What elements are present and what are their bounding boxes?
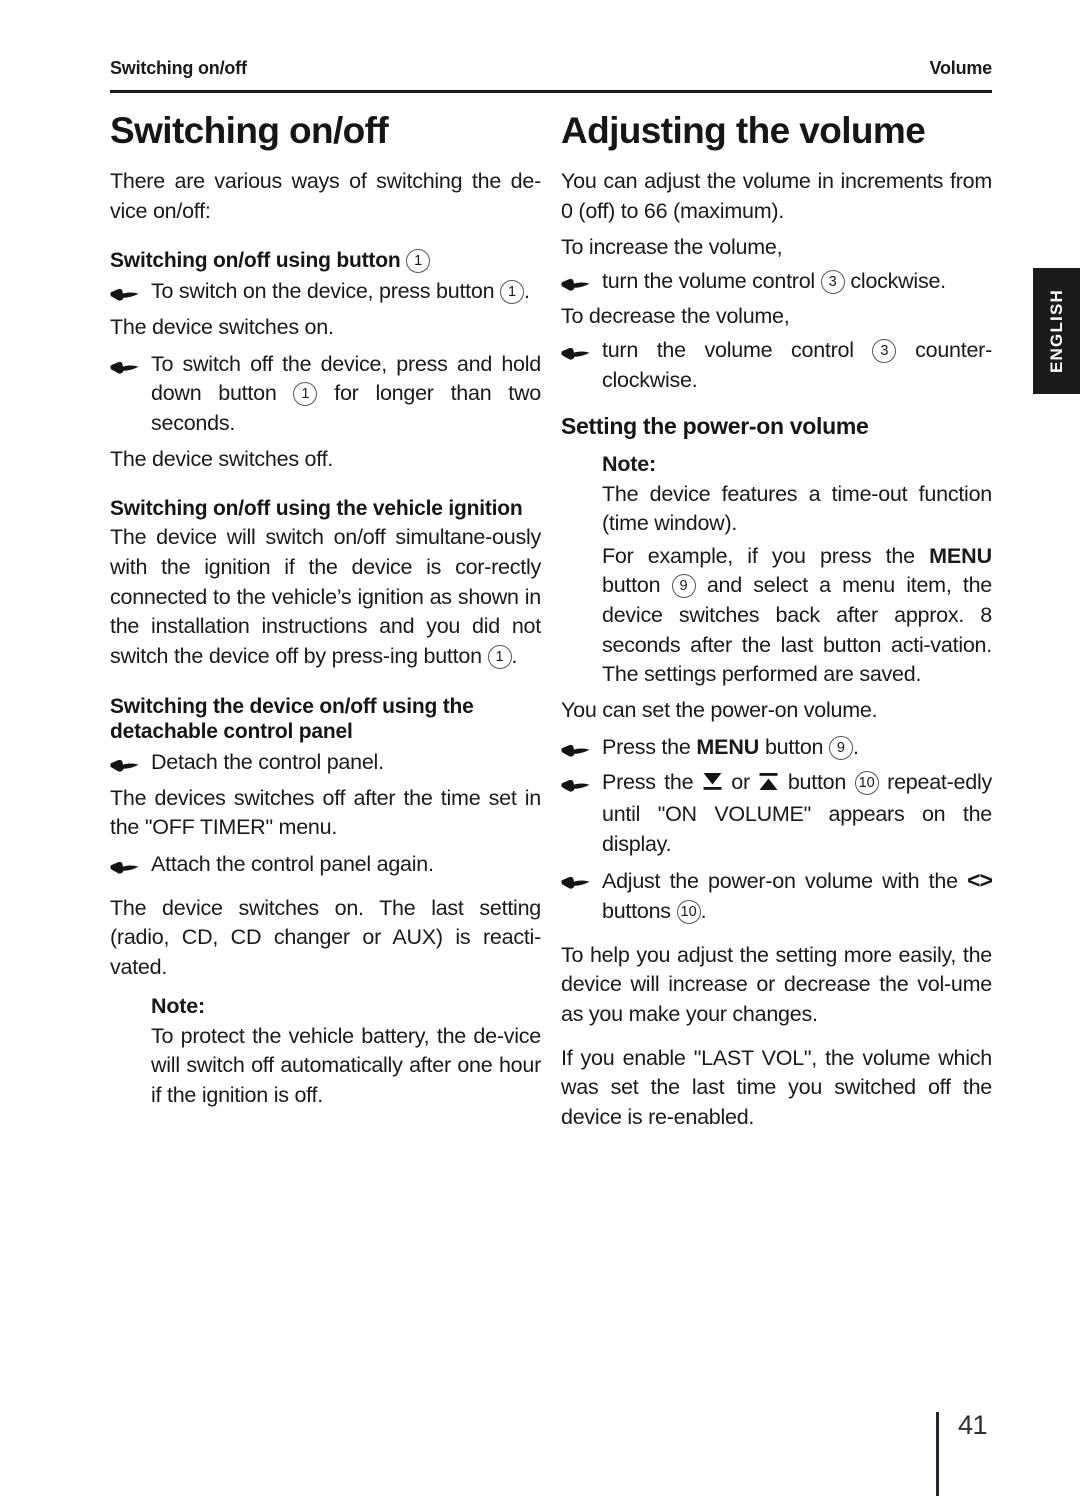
list-item-text: Adjust the power-on volume with the: [602, 869, 958, 894]
ignition-paragraph: The device will switch on/off simultane-…: [110, 523, 541, 671]
section-title-volume: Adjusting the volume: [561, 110, 926, 151]
keyword-menu: MENU: [696, 734, 760, 759]
heading-detachable-control-panel: Switching the device on/off using the de…: [110, 694, 474, 743]
list-item: To switch on the device, press button 1.: [110, 277, 541, 307]
page-number: 41: [958, 1410, 988, 1440]
list-item-text-end: .: [852, 734, 859, 759]
increase-lead-text: To increase the volume,: [561, 235, 783, 260]
reference-badge-10: 10: [676, 900, 701, 925]
list-item: Adjust the power-on volume with the <> b…: [561, 865, 993, 926]
list-item-text-mid: button: [764, 734, 824, 759]
list-item: Press the MENU button 9.: [561, 733, 992, 763]
reference-badge-1: 1: [500, 280, 525, 305]
ignition-text-end: .: [511, 644, 518, 669]
note-label: Note:: [151, 993, 205, 1018]
list-item-text-end: clockwise.: [850, 268, 946, 293]
down-arrow-button-icon: [702, 770, 723, 800]
reference-badge-3: 3: [820, 269, 845, 294]
volume-intro-paragraph: You can adjust the volume in increments …: [561, 168, 992, 223]
ignition-text: The device will switch on/off simultane-…: [110, 525, 541, 669]
list-item-text-end: .: [524, 279, 530, 304]
last-vol-paragraph: If you enable "LAST VOL", the volume whi…: [561, 1045, 992, 1130]
reference-badge-9: 9: [671, 574, 696, 599]
heading-text: Switching on/off using button: [110, 249, 401, 273]
list-item: To switch off the device, press and hold…: [110, 350, 541, 439]
keyword-menu: MENU: [929, 543, 992, 568]
footer-divider: [936, 1412, 939, 1496]
list-item: Press the or button 10 repeat-edly until…: [561, 768, 992, 859]
reference-badge-9: 9: [828, 735, 853, 760]
result-device-off: The device switches off.: [110, 446, 334, 471]
pointing-hand-icon: [561, 866, 591, 890]
note-block: Note: To protect the vehicle battery, th…: [110, 993, 541, 1111]
note-text-timeout: The device features a time-out function …: [602, 481, 992, 536]
reference-badge-1: 1: [406, 249, 431, 274]
list-item: Attach the control panel again.: [110, 850, 541, 880]
note-example-mid: button: [602, 573, 661, 598]
heading-vehicle-ignition: Switching on/off using the vehicle ignit…: [110, 497, 523, 521]
note-label: Note:: [602, 451, 656, 476]
language-side-tab: ENGLISH: [1033, 268, 1080, 394]
decrease-lead-text: To decrease the volume,: [561, 304, 790, 329]
can-set-power-on-text: You can set the power-on volume.: [561, 698, 878, 723]
off-timer-paragraph: The devices switches off after the time …: [110, 785, 541, 840]
note-block: Note: The device features a time-out fun…: [561, 451, 992, 691]
list-item-text: To switch on the device, press button: [151, 279, 495, 304]
up-arrow-button-icon: [758, 770, 779, 800]
pointing-hand-icon: [110, 749, 140, 772]
left-right-arrows-icon: <>: [967, 867, 993, 894]
language-side-tab-label: ENGLISH: [1046, 289, 1066, 373]
right-column: Adjusting the volume You can adjust the …: [561, 110, 993, 1140]
pointing-hand-icon: [561, 337, 591, 360]
list-item-text: Press the: [602, 770, 694, 795]
pointing-hand-icon: [110, 278, 140, 301]
pointing-hand-icon: [561, 769, 591, 793]
list-item-text: turn the volume control: [602, 338, 854, 363]
heading-switching-using-button: Switching on/off using button 1: [110, 248, 541, 274]
header-divider: [110, 90, 992, 93]
list-item-text-mid: button: [787, 770, 847, 795]
list-item: turn the volume control 3 counter-clockw…: [561, 336, 992, 395]
page-body: Switching on/off There are various ways …: [110, 110, 993, 1140]
list-item: turn the volume control 3 clockwise.: [561, 267, 992, 297]
header-right-title: Volume: [929, 58, 993, 78]
result-device-on: The device switches on.: [110, 315, 334, 339]
page-title: Switching on/off: [110, 110, 389, 151]
list-item-text-end: .: [700, 899, 707, 924]
help-adjust-paragraph: To help you adjust the setting more easi…: [561, 942, 992, 1027]
list-item-text: Detach the control panel.: [151, 750, 384, 775]
list-item-text: Press the: [602, 734, 691, 759]
reference-badge-1: 1: [293, 382, 318, 407]
note-example-rest: and select a menu item, the device switc…: [602, 573, 992, 687]
reference-badge-1: 1: [487, 645, 512, 670]
note-example-lead: For example, if you press the: [602, 543, 915, 568]
list-item-text-mid: buttons: [602, 899, 671, 924]
pointing-hand-icon: [110, 351, 140, 374]
header-left-title: Switching on/off: [110, 58, 247, 78]
left-column: Switching on/off There are various ways …: [110, 110, 541, 1140]
reference-badge-10: 10: [854, 771, 879, 796]
pointing-hand-icon: [561, 268, 591, 291]
list-item-text: turn the volume control: [602, 268, 815, 293]
reference-badge-3: 3: [872, 339, 897, 364]
intro-paragraph: There are various ways of switching the …: [110, 168, 541, 223]
list-item-text: Attach the control panel again.: [151, 852, 434, 877]
running-header: Switching on/off Volume: [110, 58, 992, 79]
list-item: Detach the control panel.: [110, 748, 541, 778]
list-item-text-or: or: [731, 770, 750, 795]
note-text-example: For example, if you press the MENU butto…: [602, 542, 992, 690]
pointing-hand-icon: [561, 734, 591, 757]
note-text: To protect the vehicle battery, the de-v…: [151, 1023, 541, 1107]
reactivated-paragraph: The device switches on. The last setting…: [110, 895, 541, 980]
pointing-hand-icon: [110, 851, 140, 874]
heading-power-on-volume: Setting the power-on volume: [561, 413, 869, 440]
